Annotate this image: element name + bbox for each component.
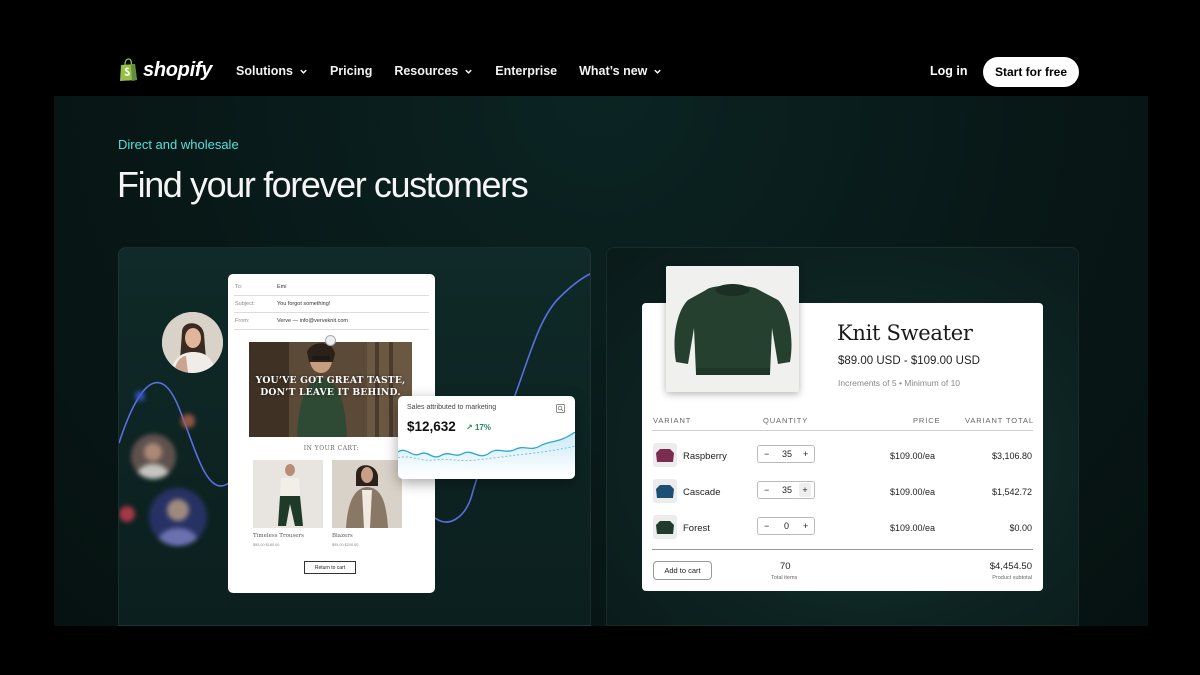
variant-total: $1,542.72 <box>991 487 1032 497</box>
variant-row: Forest − 0 + $109.00/ea $0.00 <box>652 515 1033 541</box>
product-image-blazers <box>332 460 402 528</box>
logo-wordmark: shopify <box>143 58 213 81</box>
product-price: $95.00 $200.00 <box>332 543 359 547</box>
email-subject-value: You forgot something! <box>277 301 331 307</box>
sweater-image <box>666 266 799 392</box>
increment-icon[interactable]: + <box>803 521 808 531</box>
shopping-bag-icon <box>120 58 137 81</box>
sales-delta: ↗ 17% <box>466 423 491 432</box>
column-header-price: PRICE <box>913 416 941 425</box>
nav-resources-label: Resources <box>394 64 459 78</box>
quantity-stepper[interactable]: − 35 + <box>757 445 815 463</box>
column-header-quantity: QUANTITY <box>763 416 809 425</box>
table-divider <box>652 430 1033 431</box>
quantity-value: 0 <box>784 521 790 531</box>
hero-section: Direct and wholesale Find your forever c… <box>54 96 1148 626</box>
variant-row: Raspberry − 35 + $109.00/ea $3,106.80 <box>652 443 1033 469</box>
brand-badge-icon <box>325 335 336 346</box>
increment-icon[interactable]: + <box>799 483 811 497</box>
start-for-free-button[interactable]: Start for free <box>983 57 1079 87</box>
nav-pricing-label: Pricing <box>329 64 373 78</box>
variant-price: $109.00/ea <box>890 451 936 461</box>
email-to-label: To: <box>235 284 243 290</box>
hero-eyebrow: Direct and wholesale <box>118 137 239 152</box>
quantity-value: 35 <box>782 485 793 495</box>
product-name: Blazers <box>332 533 353 539</box>
quantity-stepper[interactable]: − 35 + <box>757 481 815 499</box>
variant-swatch <box>653 515 677 539</box>
email-from-label: From: <box>235 318 250 324</box>
customer-avatar <box>181 414 195 428</box>
email-marketing-card: To: Emi Subject: You forgot something! F… <box>118 247 591 626</box>
variant-swatch <box>653 479 677 503</box>
nav-whats-new-label: What’s new <box>579 64 648 78</box>
email-subject-row: Subject: You forgot something! <box>234 296 429 313</box>
customer-avatar <box>162 312 223 373</box>
variant-total: $3,106.80 <box>991 451 1032 461</box>
chevron-down-icon <box>300 69 307 74</box>
customer-avatar <box>135 391 145 401</box>
email-subject-label: Subject: <box>235 301 255 307</box>
sales-widget-title: Sales attributed to marketing <box>407 404 497 411</box>
product-image-trousers <box>253 460 323 528</box>
chevron-down-icon <box>654 69 662 74</box>
variant-total: $0.00 <box>1009 523 1032 533</box>
variant-price: $109.00/ea <box>890 523 936 533</box>
sales-widget: Sales attributed to marketing $12,632 ↗ … <box>398 396 575 479</box>
nav-links: Solutions Pricing Resources Enterprise W… <box>236 64 662 78</box>
shopify-logo[interactable]: shopify <box>118 58 212 82</box>
variant-name: Cascade <box>683 487 721 498</box>
product-title: Knit Sweater <box>837 321 973 345</box>
add-to-cart-button[interactable]: Add to cart <box>653 561 712 580</box>
customer-avatar <box>119 506 135 522</box>
variant-swatch <box>653 443 677 467</box>
quantity-value: 35 <box>782 449 793 459</box>
wholesale-product-card: Knit Sweater $89.00 USD - $109.00 USD In… <box>606 247 1079 626</box>
variant-name: Raspberry <box>683 451 727 462</box>
decrement-icon[interactable]: − <box>764 485 769 495</box>
email-from-value: Verve — info@verveknit.com <box>277 318 348 324</box>
product-price-range: $89.00 USD - $109.00 USD <box>838 355 980 367</box>
variant-name: Forest <box>683 523 710 534</box>
decrement-icon[interactable]: − <box>764 521 769 531</box>
email-banner-text: YOU’VE GOT GREAT TASTE, DON’T LEAVE IT B… <box>255 375 406 398</box>
quantity-stepper[interactable]: − 0 + <box>757 517 815 535</box>
sales-delta-value: 17% <box>474 423 491 432</box>
nav-enterprise-label: Enterprise <box>495 64 558 78</box>
email-banner-image: YOU’VE GOT GREAT TASTE, DON’T LEAVE IT B… <box>249 342 412 437</box>
product-price: $95.00 $180.00 <box>253 543 280 547</box>
customer-avatar <box>131 434 176 479</box>
nav-resources[interactable]: Resources <box>394 64 473 78</box>
customer-avatar <box>149 488 207 546</box>
product-increments: Increments of 5 • Minimum of 10 <box>838 378 961 388</box>
decrement-icon[interactable]: − <box>764 449 769 459</box>
product-name: Timeless Trousers <box>253 533 304 539</box>
sales-sparkline <box>398 432 575 476</box>
nav-enterprise[interactable]: Enterprise <box>495 64 557 78</box>
product-subtotal-label: Product subtotal <box>992 575 1032 581</box>
email-from-row: From: Verve — info@verveknit.com <box>234 313 429 330</box>
column-header-variant-total: VARIANT TOTAL <box>965 416 1034 425</box>
variant-row: Cascade − 35 + $109.00/ea $1,542.72 <box>652 479 1033 505</box>
total-items-value: 70 <box>780 561 791 572</box>
magnify-icon <box>556 404 565 413</box>
column-header-variant: VARIANT <box>653 416 692 425</box>
chevron-down-icon <box>465 69 472 74</box>
nav-whats-new[interactable]: What’s new <box>579 64 662 78</box>
top-nav: shopify Solutions Pricing Resources Ente… <box>0 0 1200 96</box>
email-to-row: To: Emi <box>234 279 429 296</box>
product-subtotal-value: $4,454.50 <box>989 561 1032 572</box>
nav-solutions[interactable]: Solutions <box>236 64 308 78</box>
return-to-cart-button[interactable]: Return to cart <box>304 561 356 574</box>
hero-headline: Find your forever customers <box>117 164 529 205</box>
table-divider <box>652 549 1033 550</box>
email-to-value: Emi <box>277 284 287 290</box>
nav-pricing[interactable]: Pricing <box>330 64 372 78</box>
increment-icon[interactable]: + <box>803 449 808 459</box>
variant-price: $109.00/ea <box>890 487 936 497</box>
nav-solutions-label: Solutions <box>236 64 293 78</box>
login-link[interactable]: Log in <box>930 64 968 78</box>
total-items-label: Total items <box>771 575 798 581</box>
